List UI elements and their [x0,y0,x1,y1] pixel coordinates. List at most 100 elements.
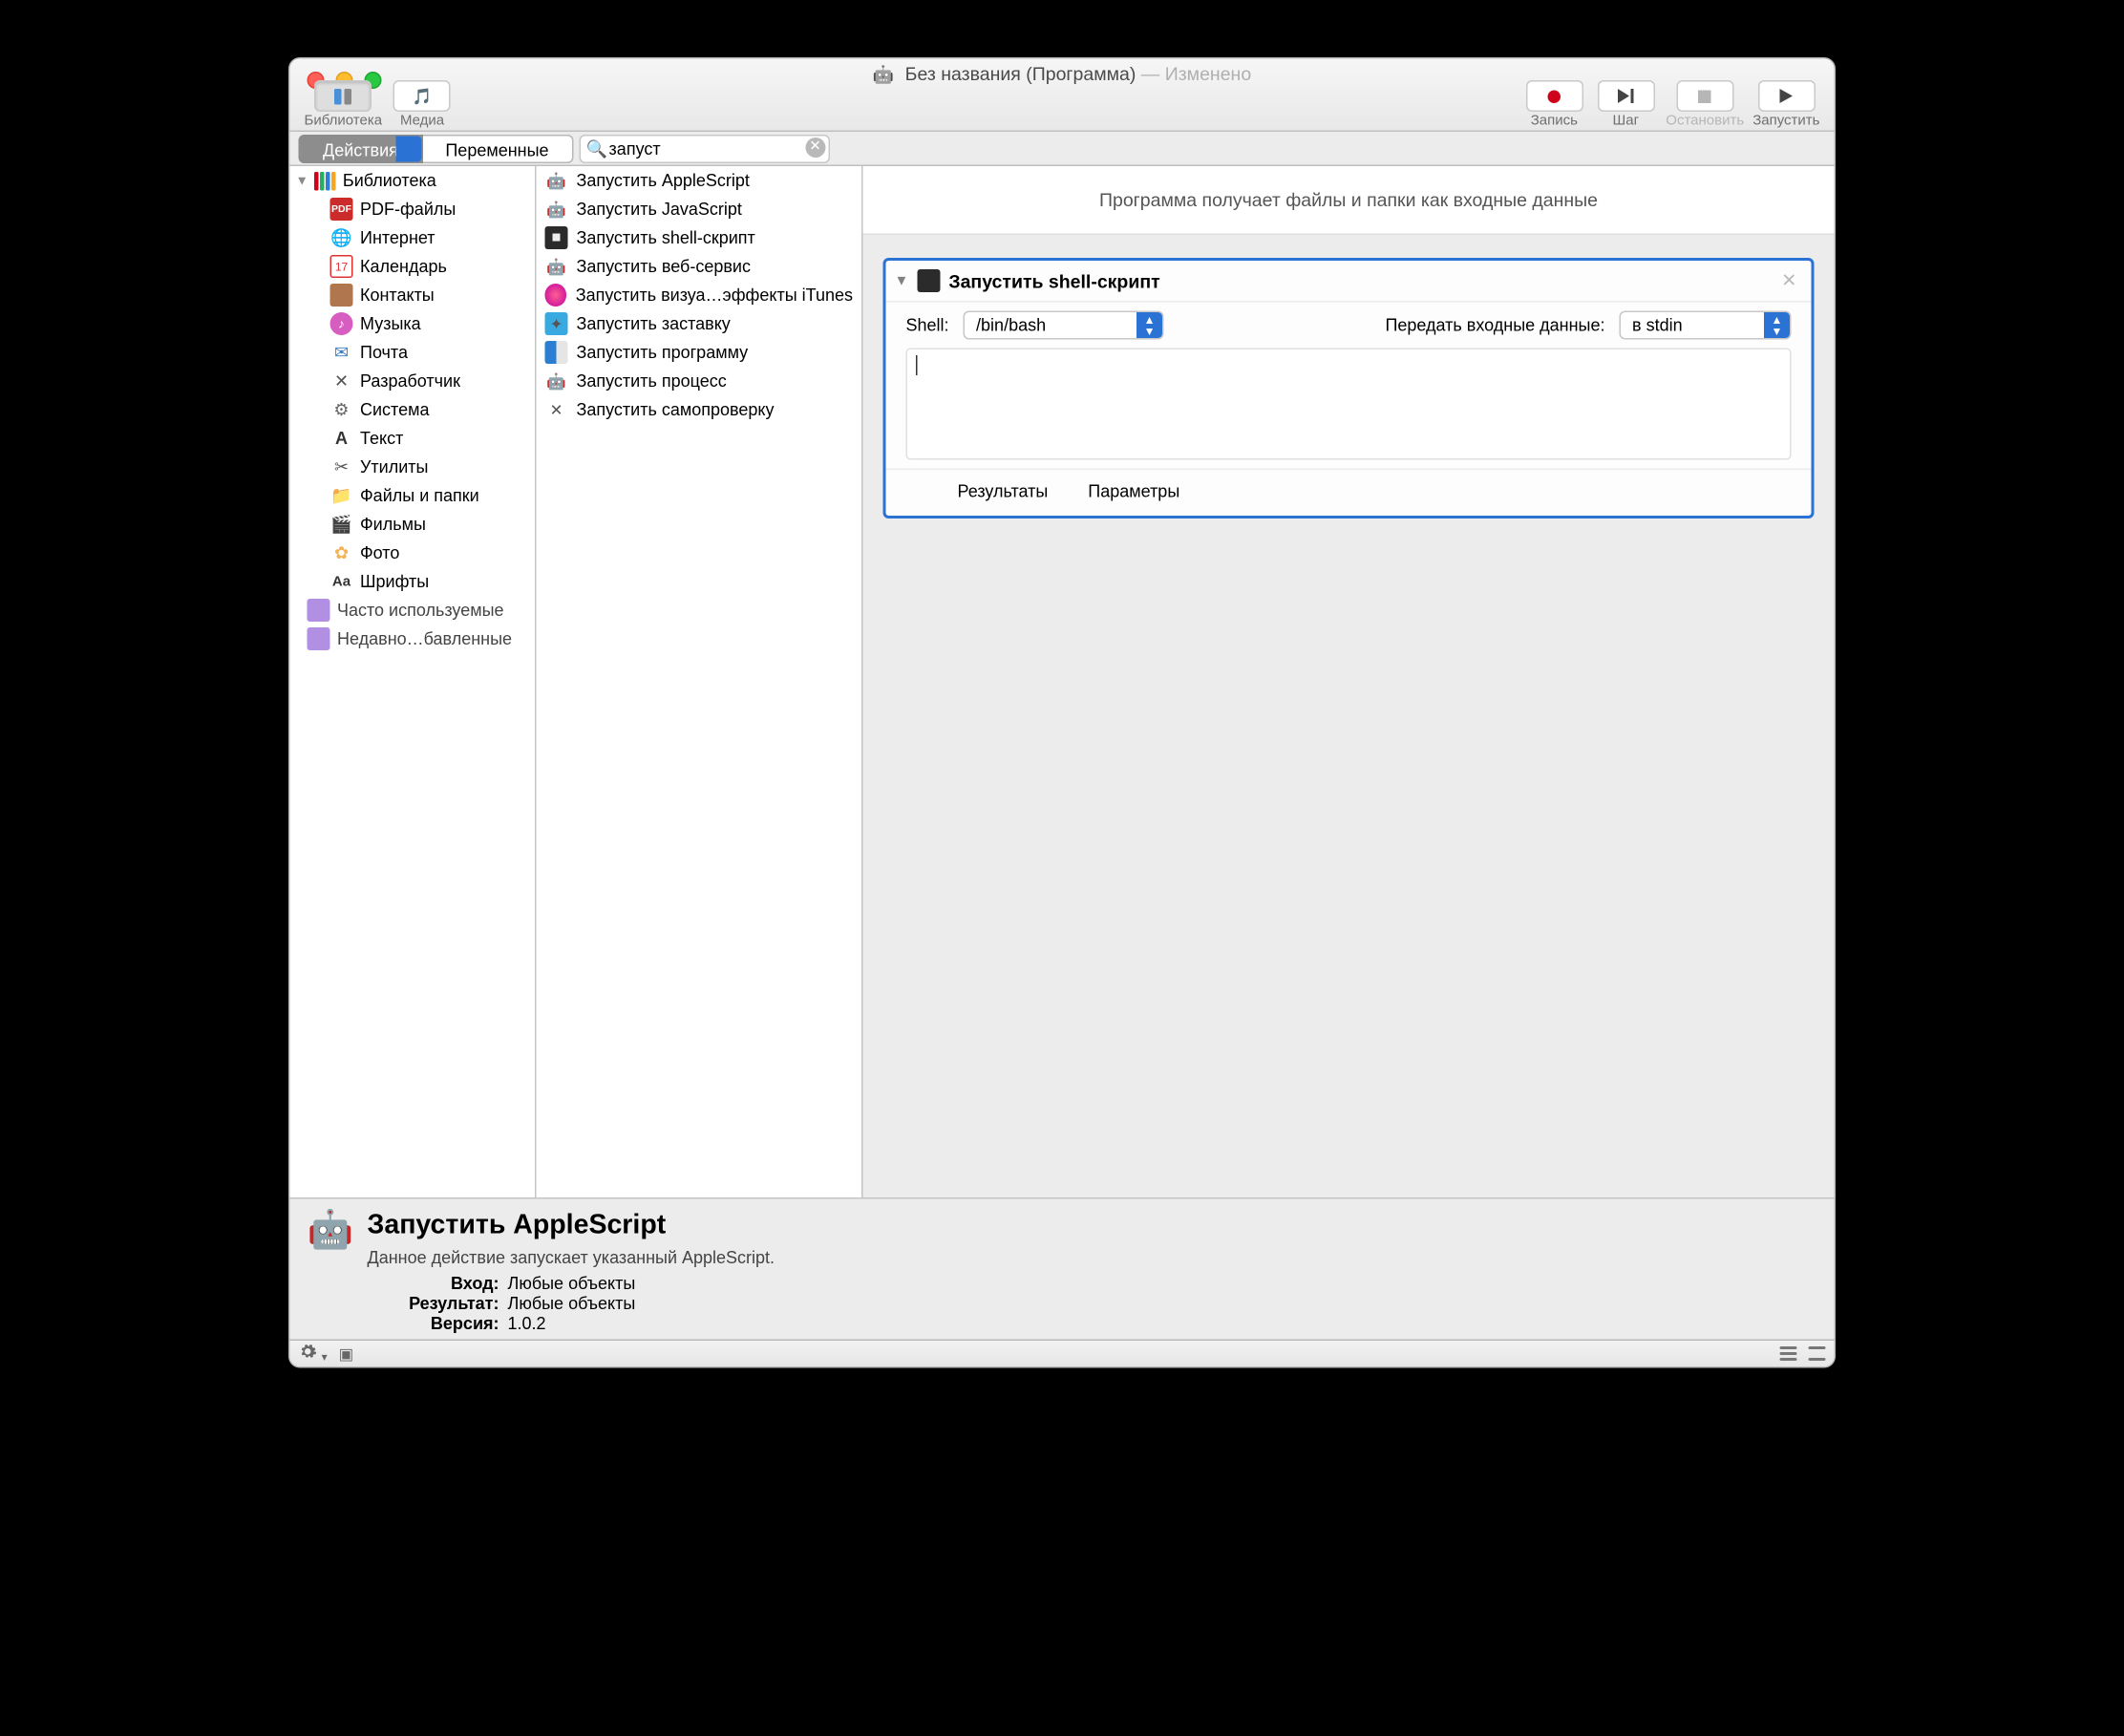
book-icon [330,284,353,307]
library-item[interactable]: ✂Утилиты [290,453,536,481]
robot-icon: 🤖 [545,198,568,221]
actions-variables-segment[interactable]: Действия Переменные [299,135,574,162]
library-item-label: Текст [360,429,403,449]
dev-icon: ✕ [330,370,353,392]
record-icon [1548,90,1561,103]
action-item-label: Запустить AppleScript [577,171,750,191]
library-item[interactable]: ✿ Фото [290,539,536,567]
chevrons-icon [1142,315,1157,338]
library-root-label: Библиотека [343,171,436,191]
titlebar: 🤖 Без названия (Программа) — Изменено Би… [290,59,1835,133]
robot-icon: 🤖 [545,169,568,192]
action-close-button[interactable]: ✕ [1781,269,1796,292]
library-item[interactable]: Контакты [290,281,536,309]
action-item[interactable]: 🤖Запустить веб-сервис [537,252,862,281]
record-button[interactable]: Запись [1522,80,1585,129]
action-item-label: Запустить веб-сервис [577,257,751,277]
info-title: Запустить AppleScript [368,1211,775,1242]
parameters-tab[interactable]: Параметры [1088,481,1179,501]
segment-actions[interactable]: Действия [299,135,423,163]
action-item[interactable]: 🤖Запустить процесс [537,367,862,395]
shell-script-input[interactable] [906,349,1792,460]
action-item-label: Запустить процесс [577,371,727,392]
library-item[interactable]: PDFPDF-файлы [290,195,536,223]
library-item[interactable]: 📁Файлы и папки [290,481,536,510]
library-item-label: Файлы и папки [360,486,479,506]
library-item[interactable]: 🎬 Фильмы [290,510,536,539]
library-item[interactable]: 17Календарь [290,252,536,281]
library-root[interactable]: ▼ Библиотека [290,166,536,195]
run-button[interactable]: Запустить [1752,80,1819,129]
log-view-button[interactable] [1780,1346,1797,1361]
library-item-label: Шрифты [360,572,429,592]
library-toolbar-button[interactable]: Библиотека [305,80,383,129]
disclosure-icon[interactable]: ▼ [895,273,909,289]
library-item-label: Музыка [360,314,421,334]
action-item[interactable]: Запустить программу [537,338,862,367]
library-item-label: Фото [360,543,399,563]
library-item[interactable]: AaШрифты [290,567,536,596]
stop-label: Остановить [1666,114,1744,130]
library-folder[interactable]: Недавно…бавленные [290,625,536,653]
results-tab[interactable]: Результаты [958,481,1049,501]
info-input-key: Вход: [368,1274,499,1294]
step-label: Шаг [1613,114,1640,130]
action-item[interactable]: 🤖 Запустить AppleScript [537,166,862,195]
action-item-label: Запустить визуа…эффекты iTunes [576,286,853,306]
actions-column: 🤖 Запустить AppleScript 🤖Запустить JavaScr… [537,166,863,1197]
action-item[interactable]: ✦Запустить заставку [537,309,862,338]
library-item[interactable]: ✕Разработчик [290,367,536,395]
gear-menu-button[interactable]: ▾ [299,1343,328,1366]
stop-icon [1698,90,1711,103]
txt-icon: A [330,427,353,450]
workflow-input-hint: Программа получает файлы и папки как вхо… [863,166,1835,235]
info-result-key: Результат: [368,1294,499,1314]
clear-search-button[interactable]: ✕ [805,138,825,158]
finder-icon [545,341,568,364]
library-item[interactable]: A Текст [290,424,536,453]
library-item-label: Фильмы [360,515,426,535]
main-body: ▼ Библиотека PDFPDF-файлы🌐Интернет17Кале… [290,166,1835,1197]
search-input[interactable] [579,135,830,163]
action-item-label: Запустить заставку [577,314,731,334]
automator-window: 🤖 Без названия (Программа) — Изменено Би… [288,57,1836,1368]
library-item[interactable]: ♪ Музыка [290,309,536,338]
media-toolbar-button[interactable]: 🎵 Медиа [391,80,454,129]
variables-view-button[interactable] [1809,1346,1826,1361]
itunes-icon [545,284,567,307]
movie-icon: 🎬 [330,513,353,536]
status-bar: ▾ ▣ [290,1340,1835,1367]
action-item[interactable]: ■Запустить shell-скрипт [537,223,862,252]
step-icon [1618,89,1634,103]
workflow-canvas[interactable]: Программа получает файлы и папки как вхо… [863,166,1835,1197]
segment-variables[interactable]: Переменные [422,135,573,163]
music-icon: ♪ [330,312,353,335]
step-button[interactable]: Шаг [1594,80,1657,129]
stop-button: Остановить [1666,80,1744,129]
action-info-panel: 🤖 Запустить AppleScript Данное действие … [290,1197,1835,1340]
pass-input-select[interactable]: в stdin [1620,311,1792,340]
library-item-label: PDF-файлы [360,200,456,220]
library-folder[interactable]: Часто используемые [290,596,536,625]
info-description: Данное действие запускает указанный Appl… [368,1248,775,1268]
photo-icon: ✿ [330,541,353,564]
play-icon [1780,89,1794,103]
library-icon [314,171,337,190]
gear-icon [299,1343,318,1362]
action-item-label: Запустить самопроверку [577,400,775,420]
action-item[interactable]: Запустить визуа…эффекты iTunes [537,281,862,309]
action-item[interactable]: ✕Запустить самопроверку [537,395,862,424]
library-item[interactable]: ⚙ Система [290,395,536,424]
shell-select[interactable]: /bin/bash [964,311,1164,340]
library-item-label: Интернет [360,228,435,248]
gear-icon: ⚙ [330,398,353,421]
action-item[interactable]: 🤖Запустить JavaScript [537,195,862,223]
library-item-label: Система [360,400,429,420]
library-item[interactable]: ✉Почта [290,338,536,367]
library-item[interactable]: 🌐Интернет [290,223,536,252]
library-folder-label: Недавно…бавленные [337,629,512,649]
action-run-shell-script: ▼ Запустить shell-скрипт ✕ Shell: /bin/b… [883,258,1815,519]
library-folder-label: Часто используемые [337,601,504,621]
shell-value: /bin/bash [976,315,1046,335]
toggle-info-button[interactable]: ▣ [339,1344,354,1364]
